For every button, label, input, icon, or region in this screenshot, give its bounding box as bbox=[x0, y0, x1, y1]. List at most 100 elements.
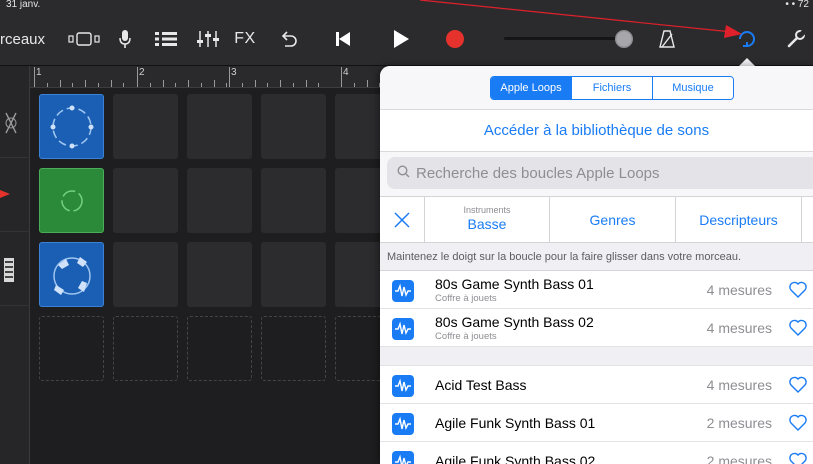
microphone-icon[interactable] bbox=[110, 12, 140, 66]
loop-length: 2 mesures bbox=[706, 415, 772, 431]
ruler-tick bbox=[318, 83, 320, 87]
loop-pack: Coffre à jouets bbox=[435, 293, 497, 304]
ruler-bar-3: 3 bbox=[231, 67, 237, 78]
ruler-tick bbox=[226, 83, 228, 87]
search-placeholder: Recherche des boucles Apple Loops bbox=[416, 164, 660, 182]
loop-cell-1-3[interactable] bbox=[187, 94, 252, 159]
genres-filter[interactable]: Genres bbox=[550, 197, 676, 243]
heart-icon[interactable] bbox=[787, 412, 809, 434]
track-headers bbox=[0, 66, 30, 464]
loop-name: 80s Game Synth Bass 02 bbox=[435, 314, 594, 330]
loop-cell-2-2[interactable] bbox=[113, 168, 178, 233]
loop-cell-3-2[interactable] bbox=[113, 242, 178, 307]
ruler-tick bbox=[305, 80, 307, 87]
loop-cell-2-4[interactable] bbox=[261, 168, 326, 233]
ruler-tick bbox=[188, 80, 189, 87]
loop-row[interactable]: Acid Test Bass 4 mesures bbox=[380, 366, 813, 404]
loop-row[interactable]: 80s Game Synth Bass 01 Coffre à jouets 4… bbox=[380, 271, 813, 309]
source-segmented-control: Apple Loops Fichiers Musique bbox=[490, 76, 734, 100]
waveform-icon bbox=[392, 413, 414, 435]
segment-music[interactable]: Musique bbox=[653, 77, 733, 99]
loop-length: 4 mesures bbox=[706, 320, 772, 336]
heart-icon[interactable] bbox=[787, 317, 809, 339]
loop-row[interactable]: 80s Game Synth Bass 02 Coffre à jouets 4… bbox=[380, 309, 813, 347]
loop-row[interactable]: Agile Funk Synth Bass 01 2 mesures bbox=[380, 404, 813, 442]
fx-button[interactable]: FX bbox=[228, 12, 262, 66]
loop-cell-3-3[interactable] bbox=[187, 242, 252, 307]
ruler-tick bbox=[46, 83, 48, 87]
status-bar: 31 janv. • • 72 bbox=[0, 0, 813, 12]
toolbar: rceaux FX bbox=[0, 12, 813, 66]
status-time: 31 janv. bbox=[6, 0, 41, 10]
instrument-filter[interactable]: Instruments Basse bbox=[425, 197, 550, 243]
loop-browser-popover: Apple Loops Fichiers Musique Accéder à l… bbox=[380, 66, 813, 464]
loop-pack: Coffre à jouets bbox=[435, 331, 497, 342]
loop-name: Agile Funk Synth Bass 02 bbox=[435, 453, 596, 464]
tracks-list-icon[interactable] bbox=[150, 12, 182, 66]
loop-cell-1-1[interactable] bbox=[39, 94, 104, 159]
track-header-1[interactable] bbox=[0, 88, 30, 158]
empty-slot-1[interactable] bbox=[39, 316, 104, 381]
filter-bar: Instruments Basse Genres Descripteurs bbox=[380, 196, 813, 243]
play-icon[interactable] bbox=[386, 12, 416, 66]
volume-slider[interactable] bbox=[500, 12, 640, 66]
ruler-tick bbox=[200, 83, 202, 87]
ruler-tick bbox=[97, 83, 99, 87]
close-icon bbox=[394, 212, 410, 228]
loop-cell-3-4[interactable] bbox=[261, 242, 326, 307]
loop-row[interactable]: Agile Funk Synth Bass 02 2 mesures bbox=[380, 442, 813, 464]
empty-slot-3[interactable] bbox=[187, 316, 252, 381]
segment-apple-loops[interactable]: Apple Loops bbox=[491, 77, 572, 99]
ruler-tick bbox=[72, 83, 74, 87]
ruler-tick bbox=[267, 83, 269, 87]
loop-length: 2 mesures bbox=[706, 453, 772, 464]
waveform-icon bbox=[392, 451, 414, 464]
heart-icon[interactable] bbox=[787, 374, 809, 396]
waveform-icon bbox=[392, 318, 414, 340]
metronome-icon[interactable] bbox=[652, 12, 682, 66]
ruler-tick bbox=[34, 67, 35, 87]
ruler-tick bbox=[341, 67, 342, 87]
ruler-bar-4: 4 bbox=[343, 67, 349, 78]
descriptors-filter[interactable]: Descripteurs bbox=[676, 197, 802, 243]
heart-icon[interactable] bbox=[787, 450, 809, 464]
list-separator bbox=[380, 347, 813, 366]
empty-slot-4[interactable] bbox=[261, 316, 326, 381]
instrument-caption: Instruments bbox=[463, 205, 511, 215]
track-header-2[interactable] bbox=[0, 162, 30, 232]
ruler-tick bbox=[110, 80, 112, 87]
rewind-icon[interactable] bbox=[328, 12, 358, 66]
songs-label: rceaux bbox=[0, 30, 46, 48]
loop-cell-2-1[interactable] bbox=[39, 168, 104, 233]
ruler-tick bbox=[123, 83, 125, 87]
ruler-tick bbox=[353, 83, 355, 87]
record-icon[interactable] bbox=[440, 12, 470, 66]
loop-length: 4 mesures bbox=[706, 377, 772, 393]
segment-files[interactable]: Fichiers bbox=[572, 77, 653, 99]
search-input[interactable]: Recherche des boucles Apple Loops bbox=[387, 157, 813, 189]
ruler-tick bbox=[254, 80, 256, 87]
loop-cell-1-2[interactable] bbox=[113, 94, 178, 159]
loop-cell-1-4[interactable] bbox=[261, 94, 326, 159]
loop-cell-3-1[interactable] bbox=[39, 242, 104, 307]
heart-icon[interactable] bbox=[787, 279, 809, 301]
settings-wrench-icon[interactable] bbox=[782, 12, 810, 66]
undo-icon[interactable] bbox=[274, 12, 304, 66]
ruler-tick bbox=[85, 80, 86, 87]
track-header-3[interactable] bbox=[0, 236, 30, 306]
songs-button[interactable]: rceaux bbox=[0, 12, 58, 66]
loop-name: Acid Test Bass bbox=[435, 377, 527, 393]
empty-slot-2[interactable] bbox=[113, 316, 178, 381]
loop-name: 80s Game Synth Bass 01 bbox=[435, 276, 594, 292]
loop-cell-2-3[interactable] bbox=[187, 168, 252, 233]
view-toggle-icon[interactable] bbox=[66, 12, 102, 66]
ruler-tick bbox=[292, 83, 294, 87]
search-bar: Recherche des boucles Apple Loops bbox=[380, 152, 813, 196]
loop-name: Agile Funk Synth Bass 01 bbox=[435, 415, 596, 431]
ruler-tick bbox=[213, 80, 215, 87]
mixer-icon[interactable] bbox=[192, 12, 224, 66]
ruler-tick bbox=[241, 83, 243, 87]
sound-library-link[interactable]: Accéder à la bibliothèque de sons bbox=[380, 110, 813, 152]
loop-length: 4 mesures bbox=[706, 282, 772, 298]
clear-filter-button[interactable] bbox=[380, 197, 425, 243]
